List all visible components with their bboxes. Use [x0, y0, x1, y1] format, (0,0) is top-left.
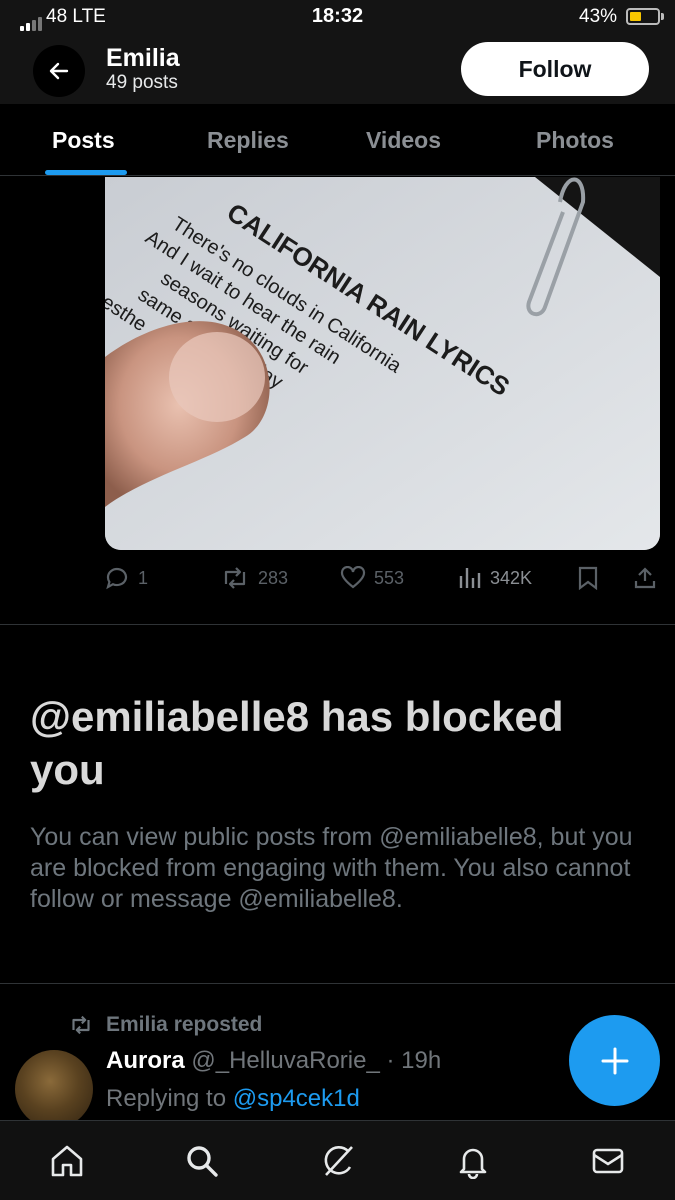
- blocked-description: You can view public posts from @emiliabe…: [30, 823, 633, 913]
- author-name[interactable]: Aurora: [106, 1047, 185, 1074]
- divider: [0, 624, 675, 625]
- divider: [0, 983, 675, 984]
- reply-icon: [106, 567, 128, 590]
- post-time: 19h: [401, 1047, 442, 1074]
- tab-photos[interactable]: Photos: [536, 127, 614, 154]
- nav-home[interactable]: [47, 1141, 87, 1181]
- search-icon: [187, 1146, 218, 1177]
- post-image[interactable]: CALIFORNIA RAIN LYRICS There's no clouds…: [105, 177, 660, 550]
- battery-tip: [661, 13, 664, 20]
- tab-replies[interactable]: Replies: [207, 127, 289, 154]
- tab-videos[interactable]: Videos: [366, 127, 441, 154]
- back-button[interactable]: [33, 45, 85, 97]
- author-handle[interactable]: @_HelluvaRorie_: [191, 1047, 379, 1074]
- post-count: 49 posts: [106, 72, 178, 93]
- back-arrow-icon: [49, 62, 69, 80]
- reply-count: 1: [138, 567, 149, 588]
- compose-button[interactable]: [569, 1015, 660, 1106]
- like-count: 553: [374, 567, 405, 588]
- repost-count: 283: [258, 567, 289, 588]
- reply-action[interactable]: 1: [104, 566, 148, 590]
- profile-name: Emilia: [106, 44, 180, 72]
- replying-prefix: Replying to: [106, 1085, 233, 1112]
- blocked-title: @emiliabelle8 has blocked you: [30, 693, 564, 793]
- battery-percent: 43%: [579, 6, 618, 27]
- nav-messages[interactable]: [588, 1141, 628, 1181]
- bookmark-action[interactable]: [577, 566, 599, 590]
- messages-icon: [592, 1148, 624, 1174]
- mention-link[interactable]: @sp4cek1d: [233, 1085, 360, 1112]
- share-icon: [634, 567, 656, 589]
- nav-grok[interactable]: [318, 1141, 358, 1181]
- replying-to-line: Replying to @sp4cek1d: [106, 1085, 360, 1113]
- active-tab-indicator: [45, 170, 127, 175]
- compose-icon: [601, 1047, 628, 1074]
- repost-action[interactable]: 283: [220, 566, 288, 590]
- like-icon: [340, 566, 366, 589]
- nav-notifications[interactable]: [453, 1141, 493, 1181]
- grok-icon: [324, 1146, 353, 1176]
- post-author-line: Aurora @_HelluvaRorie_ · 19h: [106, 1047, 441, 1075]
- repost-indicator: Emilia reposted: [68, 1013, 262, 1037]
- tab-posts[interactable]: Posts: [52, 127, 115, 154]
- like-action[interactable]: 553: [340, 566, 404, 590]
- share-action[interactable]: [633, 566, 657, 590]
- nav-search[interactable]: [182, 1141, 222, 1181]
- repost-icon: [72, 1015, 90, 1035]
- repost-label: Emilia reposted: [106, 1013, 263, 1036]
- views-action[interactable]: 342K: [458, 566, 532, 590]
- views-icon: [459, 568, 481, 588]
- lyrics-photo: CALIFORNIA RAIN LYRICS There's no clouds…: [105, 177, 660, 550]
- avatar[interactable]: [15, 1050, 93, 1128]
- status-bar: 48 LTE 18:32 43%: [0, 0, 675, 34]
- follow-button[interactable]: Follow: [461, 42, 649, 96]
- view-count: 342K: [490, 567, 533, 588]
- repost-icon: [224, 567, 246, 589]
- home-icon: [51, 1145, 83, 1177]
- time-separator: ·: [379, 1047, 402, 1074]
- notifications-icon: [459, 1148, 487, 1179]
- clock: 18:32: [311, 5, 364, 27]
- bookmark-icon: [578, 566, 598, 590]
- battery-icon: [626, 8, 660, 25]
